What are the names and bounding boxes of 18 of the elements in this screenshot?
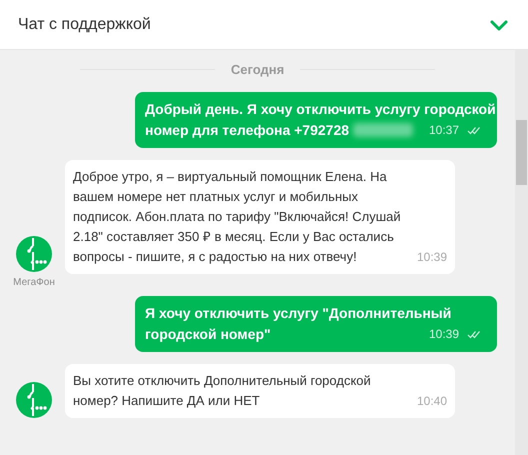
- logo-icon: [16, 236, 52, 272]
- message-text: Добрый день. Я хочу отключить услугу городской: [145, 100, 496, 119]
- message-time: 10:39: [428, 326, 459, 342]
- message-text: Я хочу отключить услугу "Дополнительный: [145, 304, 452, 323]
- message-text: городской номер": [145, 324, 271, 344]
- chat-header[interactable]: Чат с поддержкой: [0, 0, 528, 50]
- message-time: 10:39: [416, 248, 447, 266]
- date-divider: Сегодня: [230, 61, 284, 79]
- chevron-icon[interactable]: [490, 18, 508, 30]
- message-text: номер для телефона +792728: [145, 120, 350, 140]
- message-text: Доброе утро, я – виртуальный помощник Елена. На вашем номере нет платных услуг и мобильных подписок. Абон.плата по тарифу "Включайся! Слушай 2.18" составляет 350 ₽ в месяц. Если у Вас остались вопросы - пишите, я с радостью на них отвечу!: [73, 168, 402, 266]
- chat-title: Чат с поддержкой: [18, 14, 151, 34]
- message-time: 10:37: [428, 122, 459, 138]
- logo-icon: [16, 382, 52, 418]
- message-time: 10:40: [416, 392, 447, 410]
- scrollbar-thumb[interactable]: [516, 120, 527, 185]
- message-text: Вы хотите отключить Дополнительный городской номер? Напишите ДА или НЕТ: [73, 372, 372, 410]
- sender-name: МегаФон: [13, 276, 55, 290]
